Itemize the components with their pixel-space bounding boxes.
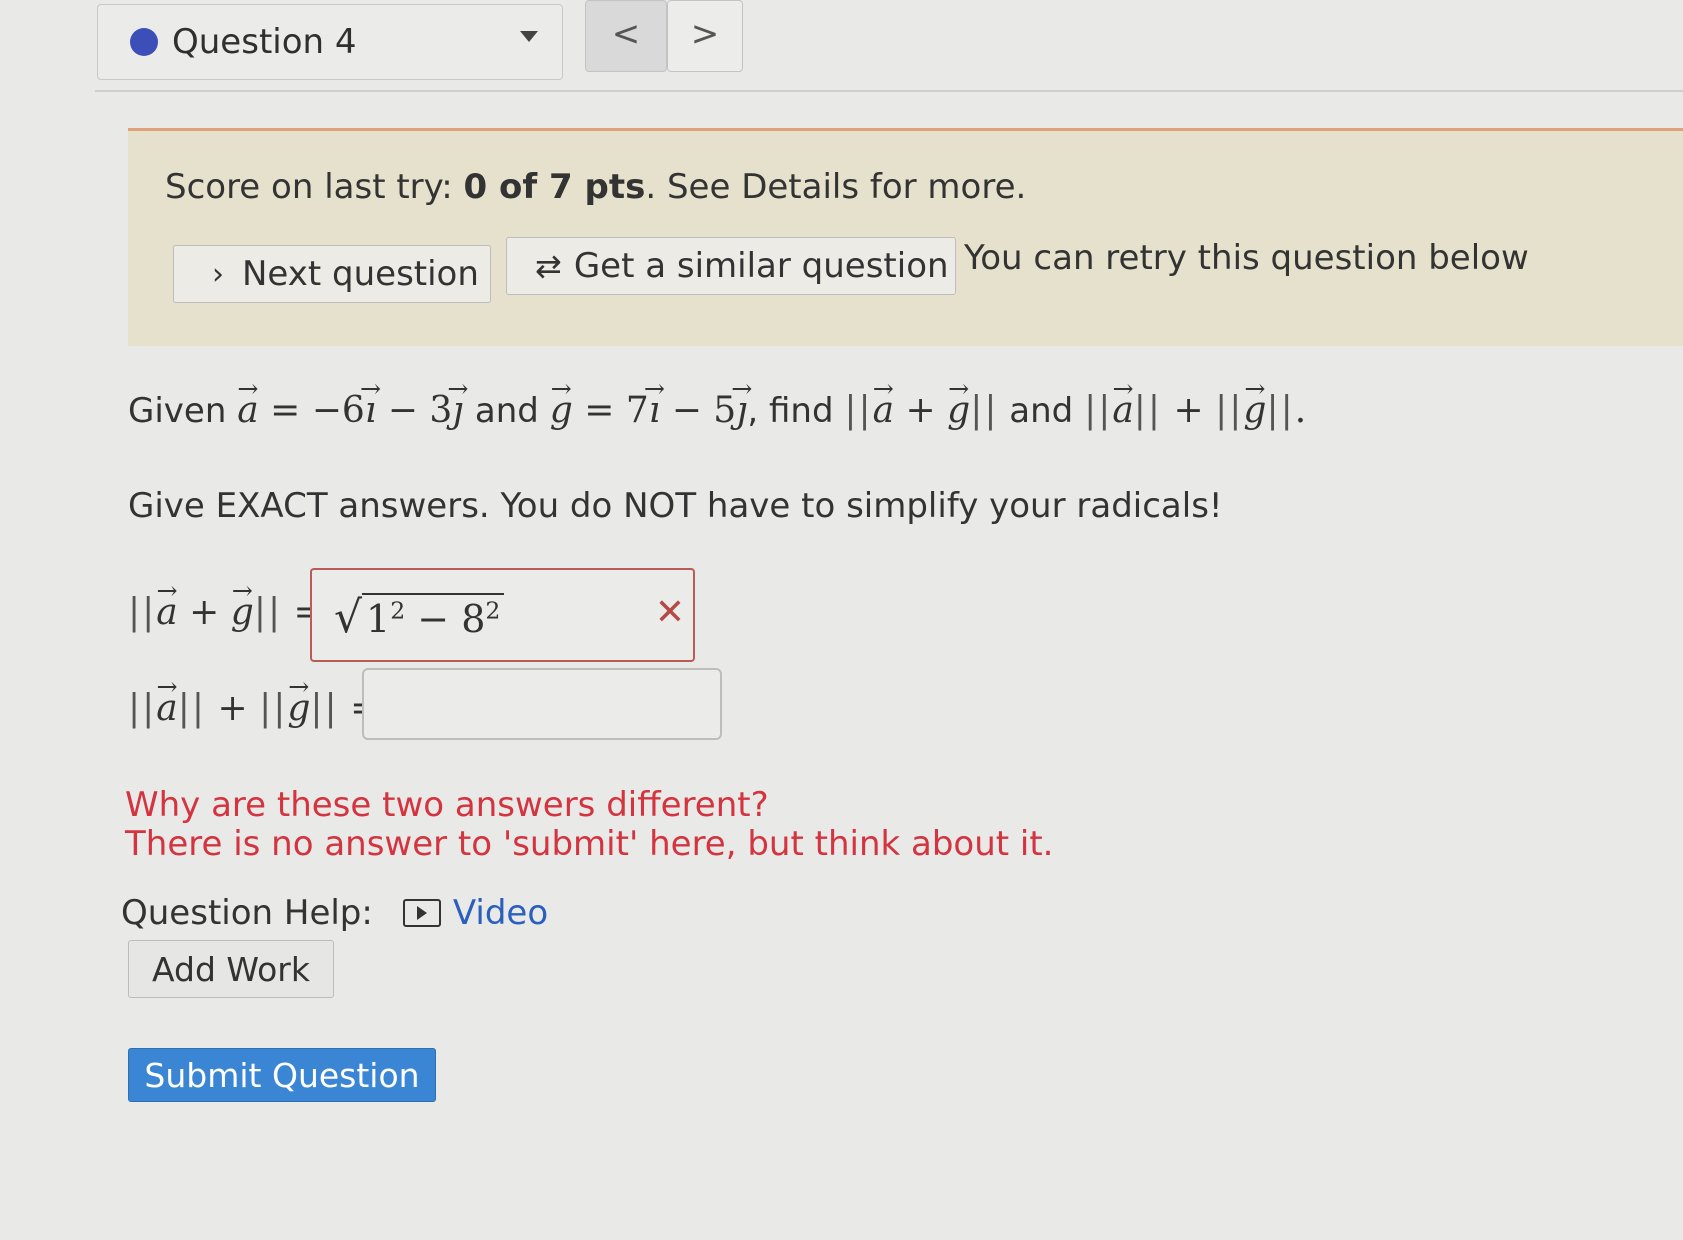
next-question-arrow-button[interactable]: > — [667, 0, 743, 72]
vector-a-definition: a = −6ı − 3ȷ — [237, 390, 475, 431]
retry-text: You can retry this question below — [964, 238, 1529, 278]
incorrect-x-icon: ✕ — [654, 592, 685, 633]
chevron-right-icon: › — [212, 256, 224, 292]
video-link[interactable]: Video — [453, 893, 548, 933]
norm-of-sum-expression: ||a + g|| — [844, 390, 998, 431]
next-question-label: Next question — [242, 254, 479, 294]
answer1-label: ||a + g|| = — [128, 592, 324, 633]
question-statement: Given a = −6ı − 3ȷ and g = 7ı − 5ȷ, find… — [128, 390, 1306, 431]
g-j-coefficient: − 5 — [671, 390, 737, 431]
chevron-down-icon — [520, 31, 538, 42]
chevron-left-icon: < — [611, 14, 641, 54]
unit-i-symbol: ı — [649, 390, 661, 431]
unit-j-symbol: ȷ — [452, 390, 463, 431]
a-i-coefficient: −6 — [311, 390, 365, 431]
sum-of-norms-expression: ||a|| + ||g||. — [1084, 390, 1306, 431]
note-line-1: Why are these two answers different? — [125, 785, 769, 825]
vector-a-symbol: a — [237, 390, 258, 431]
given-word: Given — [128, 391, 227, 431]
chevron-right-icon: > — [690, 14, 720, 54]
answer2-input[interactable] — [362, 668, 722, 740]
vector-g-definition: g = 7ı − 5ȷ — [550, 390, 748, 431]
submit-question-button[interactable]: Submit Question — [128, 1048, 436, 1102]
score-value: 0 of 7 pts — [463, 167, 646, 207]
find-word: , find — [747, 391, 834, 431]
vector-g-symbol: g — [550, 390, 573, 431]
score-suffix: . See Details for more. — [645, 167, 1027, 207]
unit-i-symbol: ı — [365, 390, 377, 431]
think-about-note: Why are these two answers different? The… — [125, 786, 1053, 864]
a-j-coefficient: − 3 — [387, 390, 453, 431]
sqrt-icon: √ — [334, 592, 363, 643]
header-divider — [95, 90, 1683, 92]
question-label: Question 4 — [172, 22, 357, 62]
question-selector[interactable]: Question 4 — [97, 4, 563, 80]
and-word-2: and — [1009, 391, 1074, 431]
answer1-input[interactable]: √ 12 − 82 ✕ — [310, 568, 695, 662]
video-play-icon[interactable] — [402, 899, 441, 927]
add-work-button[interactable]: Add Work — [128, 940, 334, 998]
answer1-value: √ 12 − 82 — [334, 592, 505, 643]
next-question-button[interactable]: › Next question — [173, 245, 491, 303]
score-prefix: Score on last try: — [165, 167, 464, 207]
answer2-label: ||a|| + ||g|| = — [128, 688, 380, 729]
unit-j-symbol: ȷ — [736, 390, 747, 431]
question-help-label: Question Help: — [121, 893, 373, 933]
question-help: Question Help: Video — [121, 893, 548, 933]
and-word: and — [474, 391, 539, 431]
question-status-dot — [130, 28, 158, 56]
refresh-icon: ⇄ — [535, 247, 562, 285]
note-line-2: There is no answer to 'submit' here, but… — [125, 824, 1054, 864]
similar-question-button[interactable]: ⇄ Get a similar question — [506, 237, 956, 295]
score-text: Score on last try: 0 of 7 pts. See Detai… — [165, 167, 1026, 207]
instructions-text: Give EXACT answers. You do NOT have to s… — [128, 486, 1223, 526]
similar-question-label: Get a similar question — [573, 246, 949, 286]
previous-question-button[interactable]: < — [585, 0, 667, 72]
